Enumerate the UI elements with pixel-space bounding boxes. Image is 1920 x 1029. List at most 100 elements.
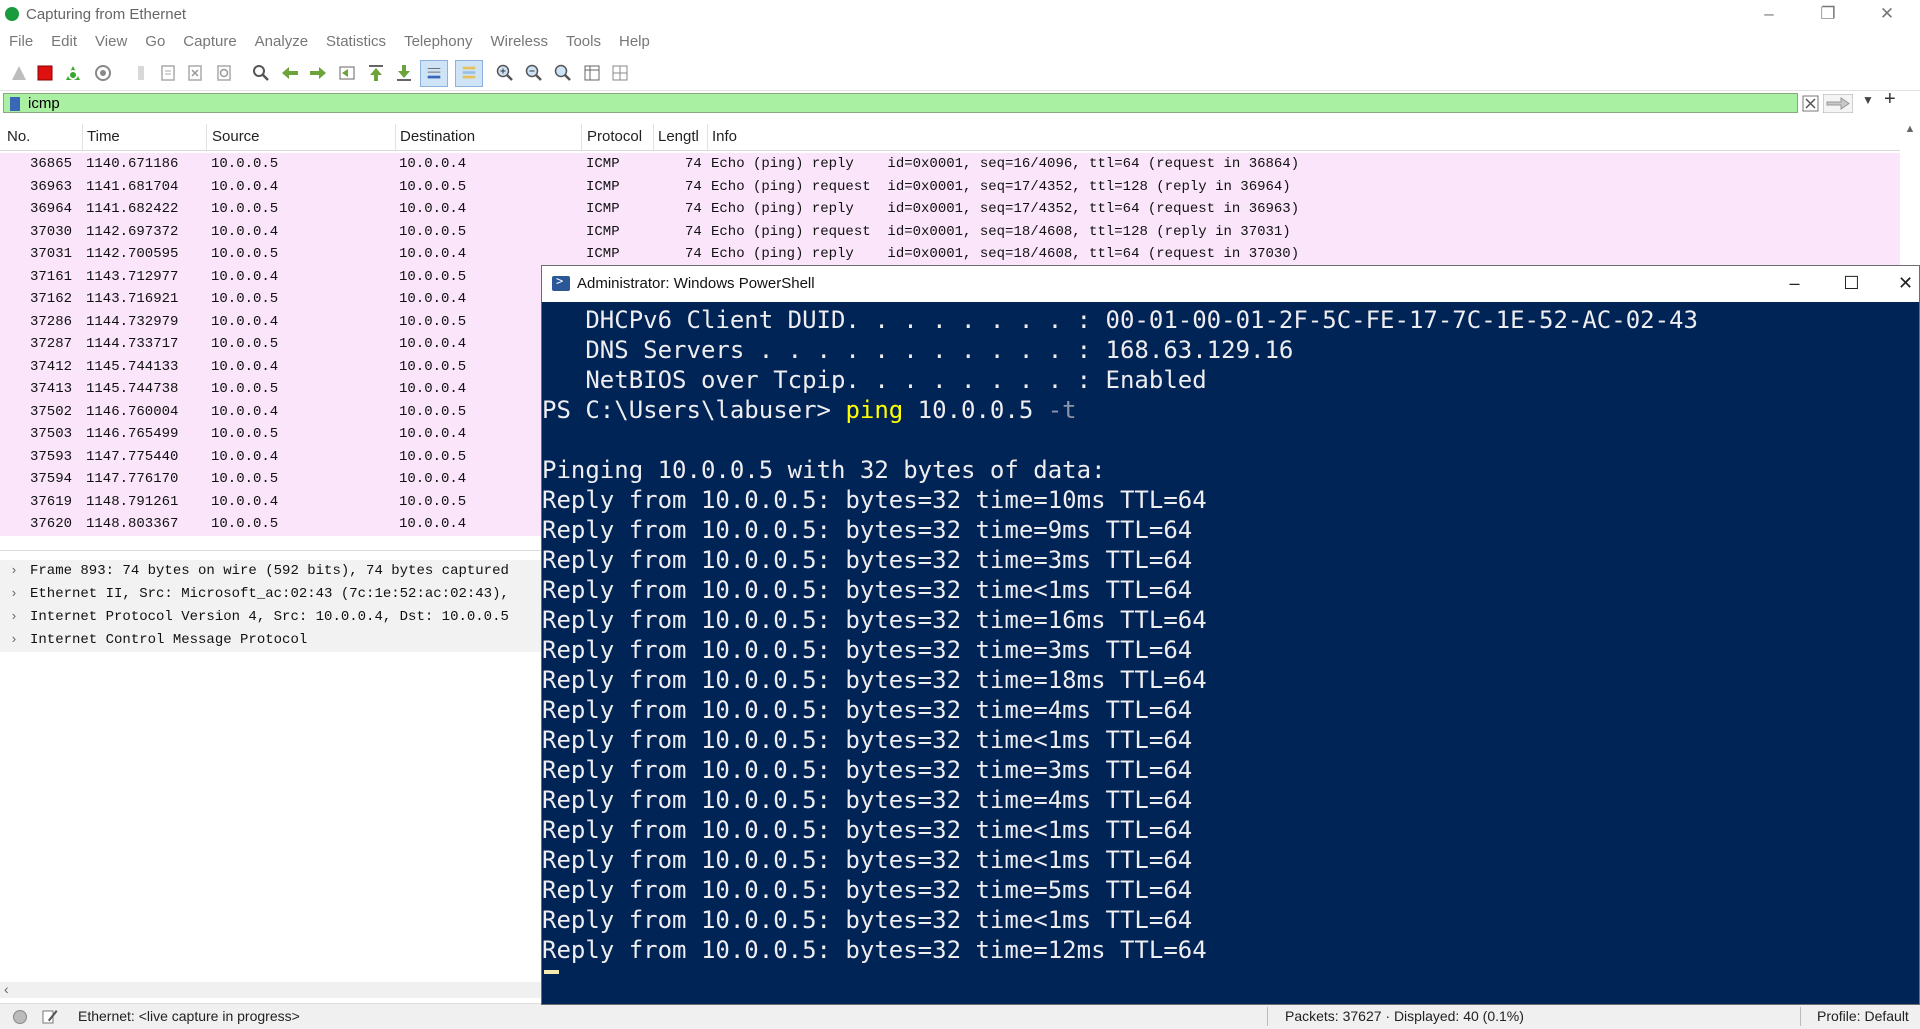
menu-tools[interactable]: Tools	[557, 30, 610, 54]
scroll-left-arrow[interactable]: ‹	[4, 981, 9, 997]
detail-row-ipv4[interactable]: › Internet Protocol Version 4, Src: 10.0.…	[0, 606, 545, 629]
col-divider[interactable]	[82, 124, 83, 150]
col-header-no[interactable]: No.	[7, 128, 30, 145]
menu-go[interactable]: Go	[136, 30, 174, 54]
col-header-destination[interactable]: Destination	[400, 128, 475, 145]
menu-file[interactable]: File	[0, 30, 42, 54]
find-packet-icon[interactable]	[251, 63, 271, 83]
profile-selector[interactable]: Profile: Default	[1817, 1008, 1909, 1024]
save-file-icon[interactable]	[158, 63, 178, 83]
apply-filter-icon[interactable]	[1823, 94, 1853, 113]
cell-source: 10.0.0.5	[211, 426, 279, 442]
detail-text: Ethernet II, Src: Microsoft_ac:02:43 (7c…	[30, 586, 509, 602]
display-filter-input[interactable]: icmp	[3, 93, 1798, 113]
colorize-toggle[interactable]	[455, 60, 483, 87]
go-forward-icon[interactable]	[308, 63, 328, 83]
expand-chevron-icon[interactable]: ›	[10, 563, 18, 578]
close-button[interactable]: ✕	[1859, 0, 1915, 30]
bookmark-icon[interactable]	[10, 97, 20, 111]
normal-size-icon[interactable]	[553, 63, 573, 83]
autoscroll-icon	[427, 68, 441, 79]
ps-minimize-button[interactable]: –	[1766, 266, 1823, 302]
col-divider[interactable]	[206, 124, 207, 150]
detail-row-ethernet[interactable]: › Ethernet II, Src: Microsoft_ac:02:43 (7…	[0, 583, 545, 606]
cell-no: 37593	[30, 448, 73, 465]
pane-splitter[interactable]	[0, 550, 545, 551]
cell-source: 10.0.0.5	[211, 336, 279, 352]
detail-row-icmp[interactable]: › Internet Control Message Protocol	[0, 629, 545, 652]
expand-chevron-icon[interactable]: ›	[10, 586, 18, 601]
cell-protocol: ICMP	[586, 223, 620, 240]
cell-time: 1147.776170	[86, 471, 179, 487]
col-header-info[interactable]: Info	[712, 128, 737, 145]
close-file-icon[interactable]	[185, 63, 205, 83]
restore-button[interactable]: ❐	[1800, 0, 1856, 30]
packet-row[interactable]: 36964 1141.682422 10.0.0.5 10.0.0.4 ICMP 74 Ec…	[0, 198, 1900, 221]
start-capture-icon[interactable]	[9, 63, 29, 83]
zoom-out-icon[interactable]	[524, 63, 544, 83]
menu-analyze[interactable]: Analyze	[246, 30, 317, 54]
first-packet-icon[interactable]	[366, 63, 386, 83]
capture-comment-icon[interactable]	[42, 1008, 58, 1024]
stop-capture-icon[interactable]	[35, 63, 55, 83]
expand-chevron-icon[interactable]: ›	[10, 632, 18, 647]
filter-history-dropdown[interactable]: ▼	[1862, 93, 1874, 107]
resize-columns-icon[interactable]	[582, 63, 602, 83]
col-divider[interactable]	[707, 124, 708, 150]
cell-no: 37594	[30, 471, 73, 487]
zoom-in-icon[interactable]	[495, 63, 515, 83]
capture-options-icon[interactable]	[93, 63, 113, 83]
col-header-length[interactable]: Lengtl	[658, 128, 699, 145]
ps-close-button[interactable]: ✕	[1877, 266, 1919, 302]
reload-file-icon[interactable]	[214, 63, 234, 83]
scroll-up-arrow[interactable]: ▲	[1902, 123, 1918, 139]
cell-info: Echo (ping) request id=0x0001, seq=17/43…	[711, 178, 1291, 195]
go-to-packet-icon[interactable]	[337, 63, 357, 83]
col-header-source[interactable]: Source	[212, 128, 260, 145]
packet-row[interactable]: 36963 1141.681704 10.0.0.4 10.0.0.5 ICMP 74 Ec…	[0, 175, 1900, 198]
col-divider[interactable]	[395, 124, 396, 150]
last-packet-icon[interactable]	[394, 63, 414, 83]
open-file-icon[interactable]	[131, 63, 151, 83]
console-cmd: ping	[845, 396, 904, 424]
menu-edit[interactable]: Edit	[42, 30, 86, 54]
ps-maximize-button[interactable]: ☐	[1823, 266, 1880, 302]
cell-time: 1143.712977	[86, 268, 179, 285]
restart-capture-icon[interactable]	[63, 63, 83, 83]
cell-info: Echo (ping) reply id=0x0001, seq=17/4352…	[711, 201, 1300, 217]
cell-destination: 10.0.0.4	[399, 516, 467, 532]
expert-info-icon[interactable]	[13, 1010, 27, 1024]
cell-time: 1142.697372	[86, 223, 179, 240]
menu-help[interactable]: Help	[610, 30, 659, 54]
powershell-window[interactable]: Administrator: Windows PowerShell – ☐ ✕ …	[541, 265, 1920, 1005]
horizontal-scrollbar[interactable]: ‹	[0, 981, 545, 998]
col-divider[interactable]	[581, 124, 582, 150]
cell-destination: 10.0.0.5	[399, 178, 467, 195]
cell-source: 10.0.0.4	[211, 178, 279, 195]
packet-row[interactable]: 37030 1142.697372 10.0.0.4 10.0.0.5 ICMP 74 Ec…	[0, 220, 1900, 243]
powershell-titlebar[interactable]: Administrator: Windows PowerShell – ☐ ✕	[542, 266, 1919, 302]
packet-row[interactable]: 36865 1140.671186 10.0.0.5 10.0.0.4 ICMP 74 Ec…	[0, 153, 1900, 176]
packet-row[interactable]: 37031 1142.700595 10.0.0.5 10.0.0.4 ICMP 74 Ec…	[0, 243, 1900, 266]
col-header-protocol[interactable]: Protocol	[587, 128, 642, 145]
cell-source: 10.0.0.4	[211, 448, 279, 465]
menu-telephony[interactable]: Telephony	[395, 30, 481, 54]
col-header-time[interactable]: Time	[87, 128, 120, 145]
clear-filter-icon[interactable]	[1802, 95, 1819, 112]
menu-wireless[interactable]: Wireless	[481, 30, 557, 54]
minimize-button[interactable]: –	[1741, 0, 1797, 30]
powershell-console[interactable]: DHCPv6 Client DUID. . . . . . . . : 00-0…	[542, 305, 1919, 1004]
cell-time: 1142.700595	[86, 246, 179, 262]
menu-capture[interactable]: Capture	[174, 30, 245, 54]
autoscroll-toggle[interactable]	[420, 60, 448, 87]
cell-no: 37287	[30, 336, 73, 352]
layout-icon[interactable]	[610, 63, 630, 83]
expand-chevron-icon[interactable]: ›	[10, 609, 18, 624]
detail-row-frame[interactable]: › Frame 893: 74 bytes on wire (592 bits),…	[0, 560, 545, 583]
add-filter-button[interactable]: +	[1884, 88, 1896, 111]
go-back-icon[interactable]	[280, 63, 300, 83]
menu-statistics[interactable]: Statistics	[317, 30, 395, 54]
menu-view[interactable]: View	[86, 30, 136, 54]
console-line: Reply from 10.0.0.5: bytes=32 time=12ms …	[542, 936, 1207, 964]
col-divider[interactable]	[653, 124, 654, 150]
